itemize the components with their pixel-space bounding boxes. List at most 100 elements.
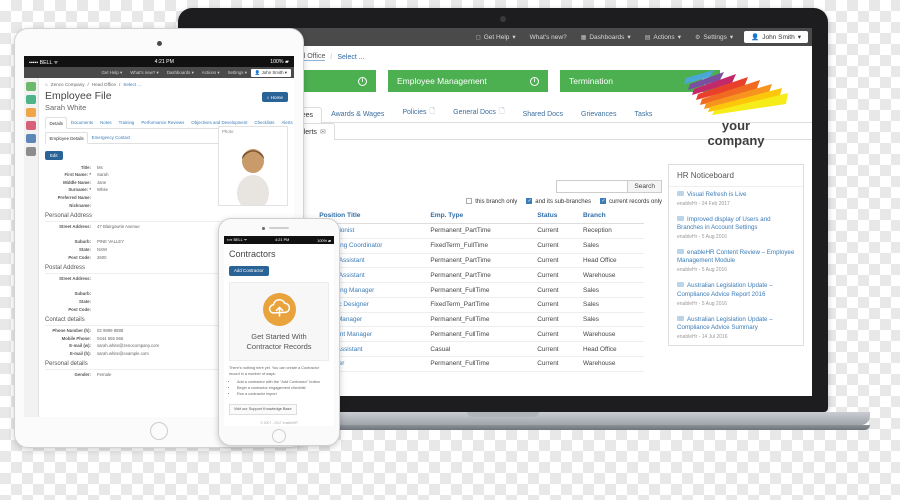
logo-text: your company [680,118,792,148]
breadcrumb-separator: / [118,82,121,87]
cell-emp-type: Permanent_FullTime [426,282,534,298]
search-button[interactable]: Search [628,180,662,193]
tab-emergency-contact[interactable]: Emergency Contact [88,132,134,143]
phone-home-button-hw[interactable] [272,429,286,443]
nav-item-dashboards[interactable]: ▦ Dashboards ▾ [574,33,638,42]
card-employee-management[interactable]: Employee Management i [388,70,548,92]
nav-item-actions[interactable]: ▤ Actions ▾ [638,33,688,42]
tab-shared-docs[interactable]: Shared Docs [514,106,572,122]
tab-tasks[interactable]: Tasks [625,106,661,122]
tablet-nav-get-help[interactable]: Get Help ▾ [98,70,127,76]
cloud-upload-icon [262,293,296,326]
column-header[interactable]: Status [533,208,579,224]
filter-and-its-sub-branches[interactable]: and its sub-branches [526,198,591,205]
info-icon[interactable]: i [530,76,539,86]
field-value: 2600 [97,254,107,260]
cell-status: Current [533,223,579,239]
tab-notes[interactable]: Notes [97,117,115,128]
nav-item-get-help[interactable]: ◻ Get Help ▾ [469,33,523,42]
checkbox[interactable] [526,198,533,204]
checkbox[interactable] [466,198,473,204]
breadcrumb-select[interactable]: Select ... [337,54,364,61]
field-label: Gender: [74,372,91,378]
notice-title[interactable]: Australian Legislation Update – Complian… [677,315,795,333]
tab-performance-reviews[interactable]: Performance Reviews [138,117,188,128]
column-header[interactable]: Emp. Type [426,208,534,224]
search-input[interactable] [556,180,629,193]
info-icon[interactable]: i [358,76,367,86]
notice-item[interactable]: Visual Refresh is Live enableHr - 24 Feb … [669,187,803,212]
sidebar-icon-reports[interactable] [26,134,36,143]
field-label: Mobile Phone: [61,335,91,341]
filter-label: current records only [608,199,662,205]
breadcrumb-branch[interactable]: Head Office [92,82,116,87]
tablet-home-button[interactable]: ⌂ Home [261,92,288,102]
notice-item[interactable]: Australian Legislation Update – Complian… [669,278,803,311]
nav-item-whats-new[interactable]: What's new? [523,34,574,41]
tablet-home-button-hw[interactable] [150,422,168,440]
cell-emp-type: Permanent_FullTime [426,312,534,328]
tab-grievances[interactable]: Grievances [572,106,625,122]
employee-photo [237,149,269,205]
user-name: John Smith [762,33,795,41]
breadcrumb-select[interactable]: Select ... [123,82,141,87]
tab-awards-wages[interactable]: Awards & Wages [322,106,393,122]
tab-employee-details[interactable]: Employee Details [45,132,89,144]
nav-label: Settings [703,33,727,41]
checkbox[interactable] [599,198,606,204]
field-value: PINE VALLEY [97,239,125,245]
sidebar-icon-settings[interactable] [26,147,36,156]
tab-label: Tasks [634,111,653,118]
tab-label: Training [118,119,135,125]
notice-title[interactable]: enableHR Content Review – Employee Manag… [677,249,795,266]
tablet-user-menu[interactable]: 👤 John Smith ▾ [250,68,291,77]
phone-content: Contractors Add Contractor Get Started W… [224,244,334,426]
tablet-page-title: Employee File [45,90,112,102]
notice-title[interactable]: Visual Refresh is Live [677,191,795,199]
cell-branch: Warehouse [578,267,644,284]
tablet-nav-dashboards[interactable]: Dashboards ▾ [163,70,198,76]
knowledge-base-link[interactable]: Visit our Support Knowledge Base [229,403,297,415]
empty-state-body: There's nothing here yet. You can create… [229,366,320,376]
breadcrumb-company[interactable]: Zenco Company [51,82,85,87]
field-value: 47 Blairgowrie Avenue [97,224,140,230]
tab-documents[interactable]: Documents [67,117,96,128]
sidebar-icon-candidates[interactable] [26,108,36,117]
notice-item[interactable]: enableHR Content Review – Employee Manag… [669,245,803,278]
tab-training[interactable]: Training [115,117,138,128]
notice-meta: enableHr - 5 Aug 2016 [677,300,728,307]
tablet-nav-actions[interactable]: Actions ▾ [198,70,224,76]
field-value: Sarah [97,172,109,178]
phone-screen: ▪▪▪▪ BELL ᯤ 4:21 PM 100% ▰ Contractors A… [224,236,334,426]
sidebar-icon-dashboard[interactable] [26,82,36,91]
cell-branch: Sales [578,312,644,328]
sidebar-icon-employees[interactable] [26,95,36,104]
sidebar-icon-contractors[interactable] [26,121,36,130]
edit-button[interactable]: Edit [45,151,63,160]
notice-title[interactable]: Australian Legislation Update – Complian… [677,282,795,299]
bullet-item: Run a contractor import [237,392,329,398]
notice-item[interactable]: Australian Legislation Update – Complian… [669,312,803,345]
tablet-nav-what-s-new-[interactable]: What's new? ▾ [126,70,162,76]
tablet-nav-settings[interactable]: Settings ▾ [224,70,251,76]
notice-item[interactable]: Improved display of Users and Branches i… [669,212,803,245]
notice-title[interactable]: Improved display of Users and Branches i… [677,215,795,233]
tablet-camera-icon [156,41,162,46]
column-header[interactable]: Branch [578,208,644,224]
add-contractor-button[interactable]: Add Contractor [229,265,269,276]
tab-details[interactable]: Details [45,117,68,129]
tablet-sidebar [24,78,39,417]
cell-emp-type: FixedTerm_FullTime [426,238,534,254]
filter-this-branch-only[interactable]: this branch only [466,198,517,205]
filter-current-records-only[interactable]: current records only [599,198,662,205]
home-icon[interactable]: ⌂ [45,82,48,87]
tab-general-docs[interactable]: General Docs 🗋 [444,102,513,122]
status-time: 4:21 PM [154,58,174,65]
user-menu[interactable]: 👤 John Smith ▾ [744,31,808,43]
tab-policies[interactable]: Policies 🗋 [393,102,444,122]
nav-item-settings[interactable]: ⚙ Settings ▾ [688,33,740,42]
tab-label: Documents [70,119,94,125]
empty-state-card: Get Started With Contractor Records [229,282,329,362]
field-label: State: [79,298,91,304]
help-icon: ◻ [475,34,481,41]
